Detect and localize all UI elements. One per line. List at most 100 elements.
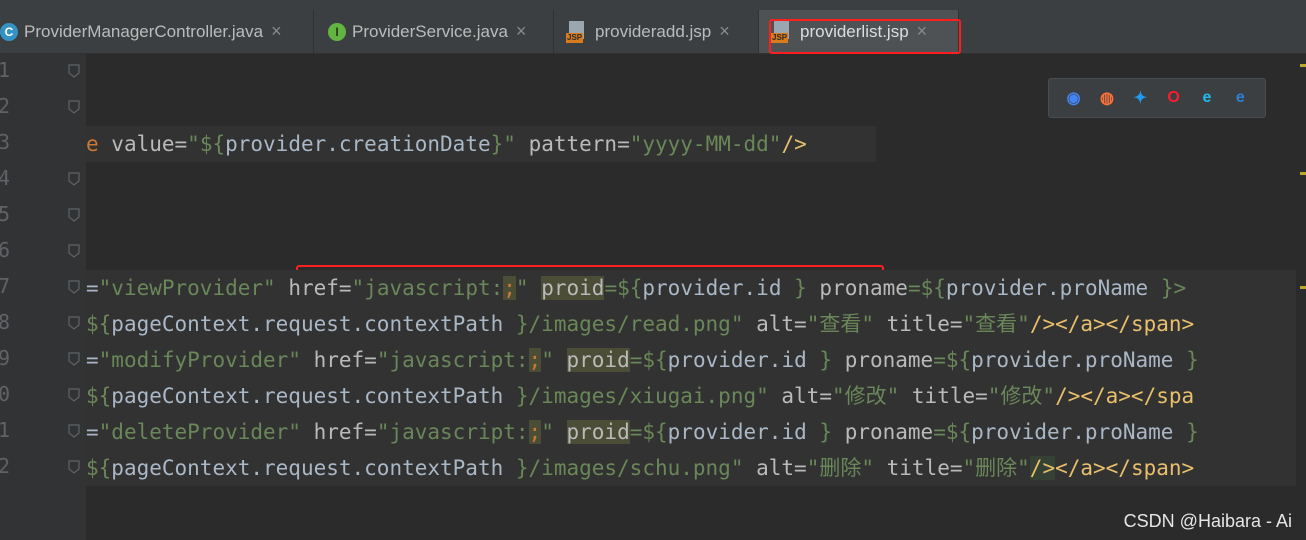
code-line[interactable]: ${pageContext.request.contextPath }/imag… <box>86 306 1194 342</box>
opera-icon[interactable]: O <box>1162 86 1186 110</box>
code-token: }" <box>490 132 516 156</box>
code-token: } <box>806 420 833 444</box>
fold-marker-icon[interactable] <box>68 100 80 114</box>
chrome-icon[interactable]: ◉ <box>1062 86 1086 110</box>
code-token: /></a></spa <box>1055 384 1195 408</box>
code-token: pageContext.request.contextPath <box>111 456 504 480</box>
line-number: 5 <box>0 202 11 226</box>
code-token: "javascript: <box>376 348 529 372</box>
code-token: proid <box>541 276 605 300</box>
code-token: /images/read.png" <box>528 312 744 336</box>
line-number: 2 <box>0 454 11 478</box>
fold-marker-icon[interactable] <box>68 172 80 186</box>
code-token: "javascript: <box>376 420 529 444</box>
fold-marker-icon[interactable] <box>68 64 80 78</box>
code-line[interactable]: ="modifyProvider" href="javascript:;" pr… <box>86 342 1199 378</box>
code-token: value= <box>98 132 188 156</box>
code-line[interactable]: ="viewProvider" href="javascript:;" proi… <box>86 270 1186 306</box>
fold-marker-icon[interactable] <box>68 208 80 222</box>
code-token: } <box>503 456 529 480</box>
safari-icon[interactable]: ✦ <box>1128 86 1152 110</box>
code-token: } <box>781 276 807 300</box>
fold-marker-icon[interactable] <box>68 316 80 330</box>
code-token: = <box>86 348 99 372</box>
interface-i-icon: I <box>328 22 346 41</box>
fold-marker-icon[interactable] <box>68 244 80 258</box>
tab-provideradd-jsp[interactable]: JSP provideradd.jsp × <box>554 10 759 53</box>
line-number: 9 <box>0 346 11 370</box>
code-token: provider.proName <box>945 276 1149 300</box>
code-token: pattern= <box>515 132 630 156</box>
close-icon[interactable]: × <box>271 21 282 42</box>
code-token: /images/schu.png" <box>528 456 744 480</box>
code-token: title= <box>899 384 988 408</box>
code-token: /></a></span> <box>1029 312 1195 336</box>
code-token: e <box>86 132 99 156</box>
code-line[interactable]: ${pageContext.request.contextPath }/imag… <box>86 378 1194 414</box>
browser-preview-toolbar: ◉ ◍ ✦ Oe e <box>1048 78 1266 118</box>
fold-marker-icon[interactable] <box>68 280 80 294</box>
code-token: =${ <box>907 276 946 300</box>
code-token: " <box>515 276 529 300</box>
code-token: pageContext.request.contextPath <box>111 384 504 408</box>
code-token: " <box>861 312 874 336</box>
code-token: proid <box>566 348 630 372</box>
code-line[interactable]: ="deleteProvider" href="javascript:;" pr… <box>86 414 1199 450</box>
watermark: CSDN @Haibara - Ai <box>1123 511 1292 531</box>
line-number: 1 <box>0 418 11 442</box>
code-token: } <box>806 348 833 372</box>
line-number: 6 <box>0 238 11 262</box>
code-token: href= <box>300 420 377 444</box>
code-token: provider.id <box>667 420 807 444</box>
code-token: "deleteProvider" <box>98 420 301 444</box>
code-token: alt= <box>768 384 832 408</box>
code-token: "${ <box>187 132 226 156</box>
code-token: href= <box>288 276 352 300</box>
fold-marker-icon[interactable] <box>68 388 80 402</box>
fold-marker-icon[interactable] <box>68 424 80 438</box>
code-token: provider.id <box>642 276 782 300</box>
code-token: proname <box>819 276 908 300</box>
code-line[interactable]: ${pageContext.request.contextPath }/imag… <box>86 450 1194 486</box>
code-token: /> <box>781 132 807 156</box>
code-token: " <box>806 312 820 336</box>
code-token: = <box>86 276 99 300</box>
code-token: } <box>1173 348 1199 372</box>
tab-provider-manager-controller[interactable]: C ProviderManagerController.java × <box>0 10 314 53</box>
tab-label: ProviderService.java <box>352 21 508 41</box>
code-token: =${ <box>629 348 668 372</box>
code-token: "删除" <box>806 456 874 480</box>
code-token: proname <box>844 348 934 372</box>
code-token: "modifyProvider" <box>98 348 301 372</box>
close-icon[interactable]: × <box>516 21 527 42</box>
edge-icon[interactable]: e <box>1228 86 1252 110</box>
editor-scrollbar[interactable] <box>1296 54 1306 540</box>
code-token: } <box>503 312 529 336</box>
tab-label: ProviderManagerController.java <box>24 21 264 41</box>
code-token: provider.proName <box>971 348 1174 372</box>
internet-explorer-icon[interactable]: e <box>1195 86 1219 110</box>
fold-marker-icon[interactable] <box>68 352 80 366</box>
line-number-gutter: 1 2 3 4 5 6 7 8 9 0 1 2 <box>0 54 86 540</box>
code-token: </a></span> <box>1055 456 1195 480</box>
annotation-box-active-tab <box>769 19 961 54</box>
code-token: "修改" <box>831 384 900 408</box>
window-top-strip <box>0 0 1306 10</box>
code-token: ${ <box>86 384 112 408</box>
firefox-icon[interactable]: ◍ <box>1095 86 1119 110</box>
tab-provider-service[interactable]: I ProviderService.java × <box>314 10 554 53</box>
code-token: provider.proName <box>971 420 1174 444</box>
close-icon[interactable]: × <box>719 21 730 42</box>
line-number: 8 <box>0 310 11 334</box>
code-token: =${ <box>604 276 643 300</box>
code-token: provider.creationDate <box>225 132 491 156</box>
fold-marker-icon[interactable] <box>68 460 80 474</box>
code-token: "查看" <box>962 312 1030 336</box>
code-token: ; <box>528 420 542 444</box>
code-line[interactable]: e value="${provider.creationDate}" patte… <box>86 126 807 162</box>
code-editor[interactable]: e value="${provider.creationDate}" patte… <box>86 54 1306 540</box>
